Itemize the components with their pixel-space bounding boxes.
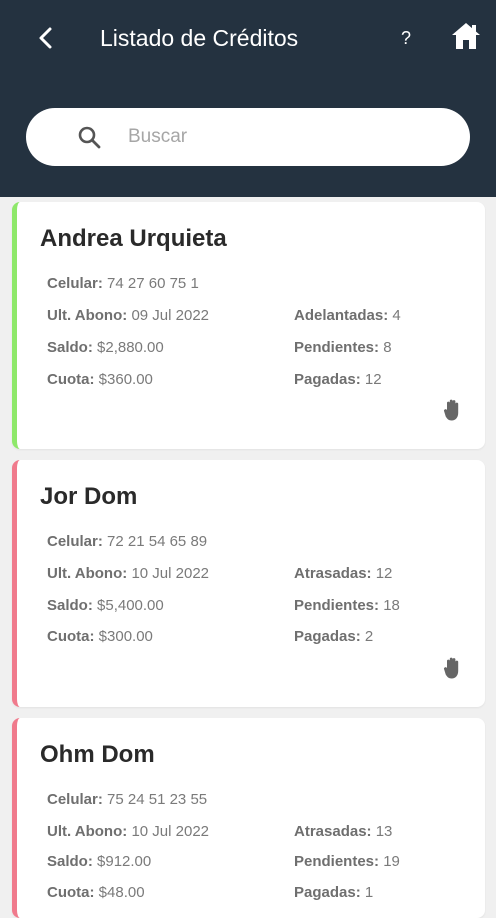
client-name: Andrea Urquieta [40, 225, 227, 252]
credit-card[interactable]: Ohm Dom Celular: 75 24 51 23 55 Ult. Abo… [12, 718, 485, 918]
overdue-row: Atrasadas: 12 [294, 565, 393, 582]
search-input[interactable] [128, 122, 448, 152]
pending-row: Pendientes: 19 [294, 853, 400, 870]
balance-row: Saldo: $5,400.00 [47, 597, 164, 614]
home-button[interactable] [450, 20, 482, 52]
phone-row: Celular: 74 27 60 75 1 [47, 275, 199, 292]
last-payment-row: Ult. Abono: 10 Jul 2022 [47, 565, 210, 582]
pending-row: Pendientes: 8 [294, 339, 392, 356]
phone-row: Celular: 72 21 54 65 89 [47, 533, 208, 550]
hand-icon[interactable] [442, 656, 464, 680]
overdue-row: Atrasadas: 13 [294, 823, 393, 840]
back-button[interactable] [30, 22, 62, 54]
search-bar [26, 108, 470, 166]
installment-row: Cuota: $360.00 [47, 371, 153, 388]
search-icon [78, 126, 101, 149]
last-payment-row: Ult. Abono: 10 Jul 2022 [47, 823, 210, 840]
client-name: Jor Dom [40, 483, 138, 510]
home-icon [452, 23, 480, 49]
phone-row: Celular: 75 24 51 23 55 [47, 791, 208, 808]
paid-row: Pagadas: 12 [294, 371, 382, 388]
installment-row: Cuota: $48.00 [47, 884, 145, 901]
pending-row: Pendientes: 18 [294, 597, 400, 614]
credit-card[interactable]: Andrea Urquieta Celular: 74 27 60 75 1 U… [12, 202, 485, 449]
chevron-left-icon [39, 27, 52, 49]
balance-row: Saldo: $912.00 [47, 853, 152, 870]
advance-row: Adelantadas: 4 [294, 307, 401, 324]
paid-row: Pagadas: 2 [294, 628, 374, 645]
balance-row: Saldo: $2,880.00 [47, 339, 164, 356]
client-name: Ohm Dom [40, 741, 155, 768]
hand-icon[interactable] [442, 398, 464, 422]
last-payment-row: Ult. Abono: 09 Jul 2022 [47, 307, 210, 324]
app-header: Listado de Créditos ? [0, 0, 496, 197]
paid-row: Pagadas: 1 [294, 884, 374, 901]
credit-card[interactable]: Jor Dom Celular: 72 21 54 65 89 Ult. Abo… [12, 460, 485, 707]
installment-row: Cuota: $300.00 [47, 628, 153, 645]
help-button[interactable]: ? [396, 24, 416, 52]
page-title: Listado de Créditos [100, 25, 299, 51]
